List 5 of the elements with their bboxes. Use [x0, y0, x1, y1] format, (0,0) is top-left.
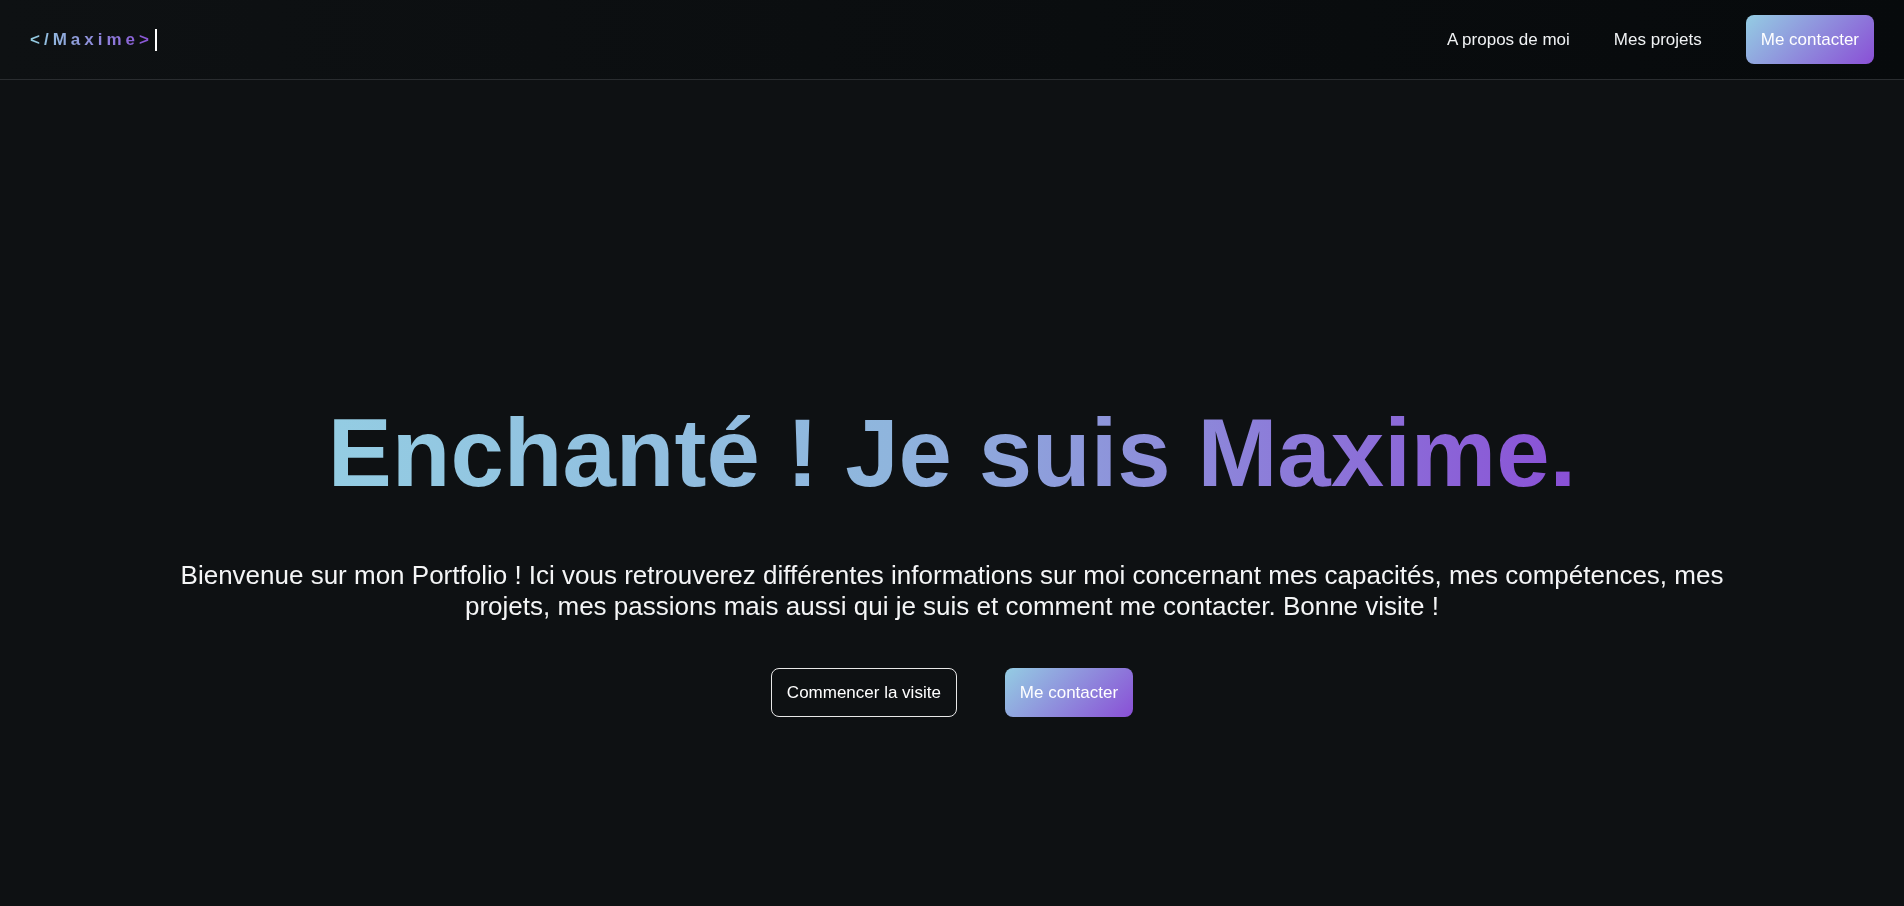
nav-link[interactable]: A propos de moi	[1447, 29, 1570, 50]
text-cursor-icon	[154, 28, 157, 51]
nav-link[interactable]: Mes projets	[1613, 29, 1702, 50]
intro-paragraph: Bienvenue sur mon Portfolio ! Ici vous retrouverez différentes informations sur moi concernant mes capacités, mes compétences, mes projets, mes passions mais aussi qui je suis et comment me contacter. Bonne visite !	[179, 559, 1725, 624]
start-visit-button[interactable]: Commencer la visite	[770, 668, 957, 718]
